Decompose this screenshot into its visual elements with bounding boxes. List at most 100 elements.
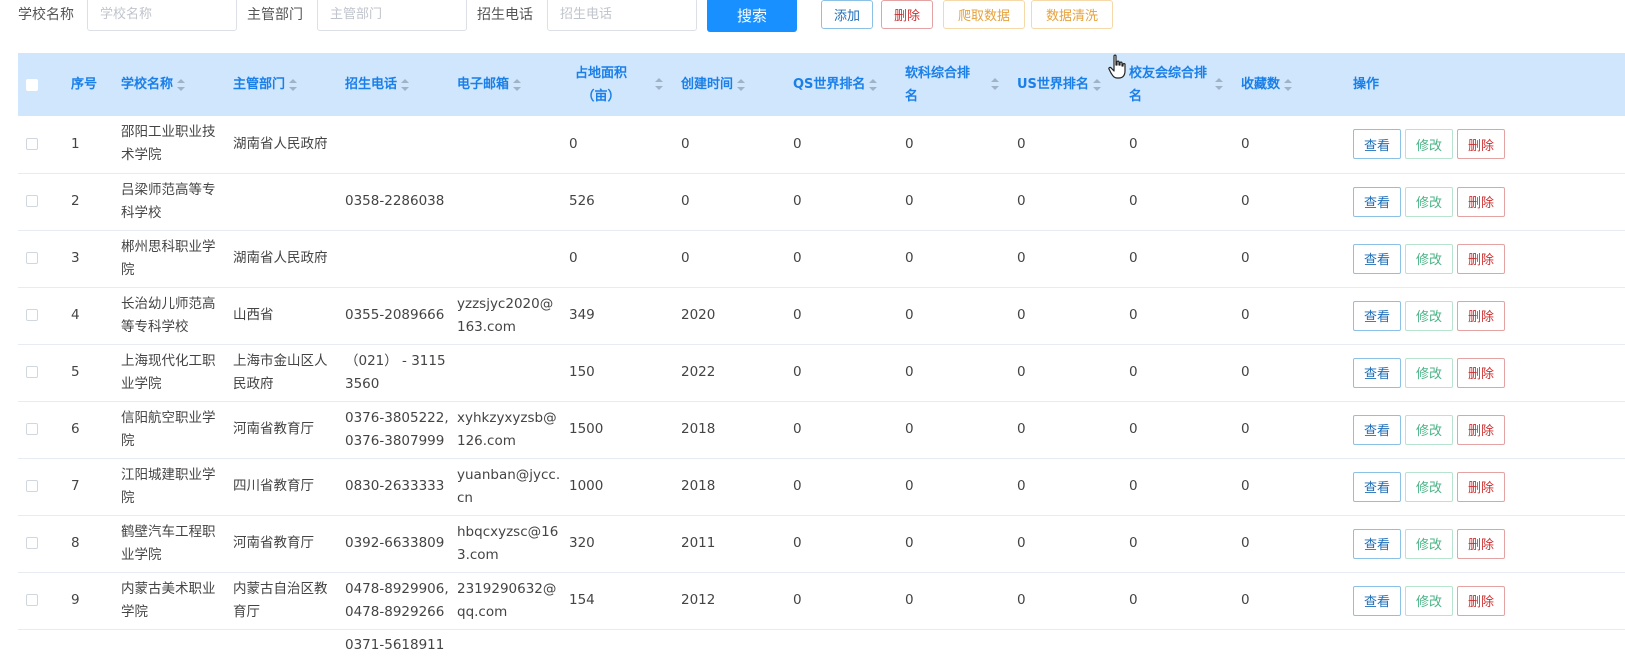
header-dept[interactable]: 主管部门 xyxy=(225,53,337,116)
cell-area: 150 xyxy=(569,364,595,380)
cell-favorites: 0 xyxy=(1241,250,1250,266)
header-ruanke-rank[interactable]: 软科综合排名 xyxy=(897,53,1009,116)
cell-phone: 0376-3805222,0376-3807999 xyxy=(345,409,449,449)
cell-favorites: 0 xyxy=(1241,364,1250,380)
row-select-cell xyxy=(18,230,63,287)
sort-icon[interactable] xyxy=(655,78,663,90)
add-button[interactable]: 添加 xyxy=(821,0,873,29)
row-checkbox[interactable] xyxy=(26,252,38,264)
delete-button[interactable]: 删除 xyxy=(1457,129,1505,160)
view-button[interactable]: 查看 xyxy=(1353,471,1401,502)
sort-icon[interactable] xyxy=(1284,78,1293,91)
dept-input[interactable] xyxy=(317,0,467,31)
clean-data-button[interactable]: 数据清洗 xyxy=(1031,0,1113,29)
edit-button[interactable]: 修改 xyxy=(1405,300,1453,331)
header-email[interactable]: 电子邮箱 xyxy=(449,53,561,116)
table-row: 5 上海现代化工职业学院 上海市金山区人民政府 （021） - 31153560 150… xyxy=(18,344,1625,401)
view-button[interactable]: 查看 xyxy=(1353,129,1401,160)
row-checkbox[interactable] xyxy=(26,594,38,606)
school-name-input[interactable] xyxy=(87,0,237,31)
view-button[interactable]: 查看 xyxy=(1353,528,1401,559)
row-checkbox[interactable] xyxy=(26,366,38,378)
cell-founded: 2020 xyxy=(681,307,716,323)
phone-input[interactable] xyxy=(547,0,697,31)
view-button[interactable]: 查看 xyxy=(1353,243,1401,274)
edit-button[interactable]: 修改 xyxy=(1405,471,1453,502)
header-label: 电子邮箱 xyxy=(457,77,510,92)
delete-button[interactable]: 删除 xyxy=(1457,300,1505,331)
dept-label: 主管部门 xyxy=(247,7,303,23)
header-label: 校友会综合排名 xyxy=(1129,65,1208,104)
header-alumni-rank[interactable]: 校友会综合排名 xyxy=(1121,53,1233,116)
table-row: 1 邵阳工业职业技术学院 湖南省人民政府 0 0 0 0 0 0 0 查看 修改 删除 xyxy=(18,116,1625,173)
edit-button[interactable]: 修改 xyxy=(1405,186,1453,217)
cell-dept: 湖南省人民政府 xyxy=(233,250,328,266)
cell-area: 526 xyxy=(569,193,595,209)
sort-icon[interactable] xyxy=(991,78,999,90)
cell-email xyxy=(449,344,561,401)
delete-button[interactable]: 删除 xyxy=(1457,471,1505,502)
row-checkbox[interactable] xyxy=(26,137,38,150)
view-button[interactable]: 查看 xyxy=(1353,357,1401,388)
cell-qs-rank: 0 xyxy=(793,250,802,266)
phone-label: 招生电话 xyxy=(477,7,533,23)
batch-delete-button[interactable]: 删除 xyxy=(881,0,933,29)
cell-us-rank: 0 xyxy=(1017,535,1026,551)
delete-button[interactable]: 删除 xyxy=(1457,414,1505,445)
header-us-rank[interactable]: US世界排名 xyxy=(1009,53,1121,116)
cell-alumni-rank xyxy=(1121,629,1233,657)
view-button[interactable]: 查看 xyxy=(1353,414,1401,445)
cell-founded: 0 xyxy=(681,250,690,266)
view-button[interactable]: 查看 xyxy=(1353,585,1401,616)
edit-button[interactable]: 修改 xyxy=(1405,528,1453,559)
cell-area: 154 xyxy=(569,592,595,608)
header-label: 软科综合排名 xyxy=(905,65,971,104)
header-founded[interactable]: 创建时间 xyxy=(673,53,785,116)
edit-button[interactable]: 修改 xyxy=(1405,243,1453,274)
sort-icon[interactable] xyxy=(289,78,298,91)
row-checkbox[interactable] xyxy=(26,480,38,492)
view-button[interactable]: 查看 xyxy=(1353,300,1401,331)
row-checkbox[interactable] xyxy=(26,195,38,207)
crawl-data-button[interactable]: 爬取数据 xyxy=(943,0,1025,29)
sort-icon[interactable] xyxy=(513,78,522,91)
edit-button[interactable]: 修改 xyxy=(1405,357,1453,388)
view-button[interactable]: 查看 xyxy=(1353,186,1401,217)
delete-button[interactable]: 删除 xyxy=(1457,585,1505,616)
header-phone[interactable]: 招生电话 xyxy=(337,53,449,116)
delete-button[interactable]: 删除 xyxy=(1457,528,1505,559)
cell-school-name: 长治幼儿师范高等专科学校 xyxy=(121,295,216,335)
table-row: 8 鹤壁汽车工程职业学院 河南省教育厅 0392-6633809 hbqcxyzsc@1… xyxy=(18,515,1625,572)
delete-button[interactable]: 删除 xyxy=(1457,357,1505,388)
sort-icon[interactable] xyxy=(1215,78,1223,90)
row-checkbox[interactable] xyxy=(26,309,38,321)
delete-button[interactable]: 删除 xyxy=(1457,243,1505,274)
header-label: US世界排名 xyxy=(1017,77,1089,92)
cell-no: 1 xyxy=(71,135,80,152)
cell-no xyxy=(63,629,113,657)
sort-icon[interactable] xyxy=(737,78,746,91)
header-label: 学校名称 xyxy=(121,77,174,92)
cell-founded: 2011 xyxy=(681,535,716,551)
edit-button[interactable]: 修改 xyxy=(1405,129,1453,160)
sort-icon[interactable] xyxy=(1092,78,1101,91)
sort-icon[interactable] xyxy=(401,78,410,91)
select-all-checkbox[interactable] xyxy=(26,78,38,91)
delete-button[interactable]: 删除 xyxy=(1457,186,1505,217)
header-qs-rank[interactable]: QS世界排名 xyxy=(785,53,897,116)
cell-area: 320 xyxy=(569,535,595,551)
sort-icon[interactable] xyxy=(177,78,186,91)
cell-favorites: 0 xyxy=(1241,421,1250,437)
edit-button[interactable]: 修改 xyxy=(1405,585,1453,616)
header-favorites[interactable]: 收藏数 xyxy=(1233,53,1345,116)
row-checkbox[interactable] xyxy=(26,537,38,549)
cell-school-name: 鹤壁汽车工程职业学院 xyxy=(121,523,216,563)
cell-email: 2319290632@qq.com xyxy=(457,580,557,620)
header-school-name[interactable]: 学校名称 xyxy=(113,53,225,116)
row-checkbox[interactable] xyxy=(26,423,38,435)
cell-ruanke-rank: 0 xyxy=(905,193,914,209)
search-button[interactable]: 搜索 xyxy=(707,0,797,32)
edit-button[interactable]: 修改 xyxy=(1405,414,1453,445)
sort-icon[interactable] xyxy=(869,78,878,91)
header-area[interactable]: 占地面积（亩） xyxy=(561,53,673,116)
